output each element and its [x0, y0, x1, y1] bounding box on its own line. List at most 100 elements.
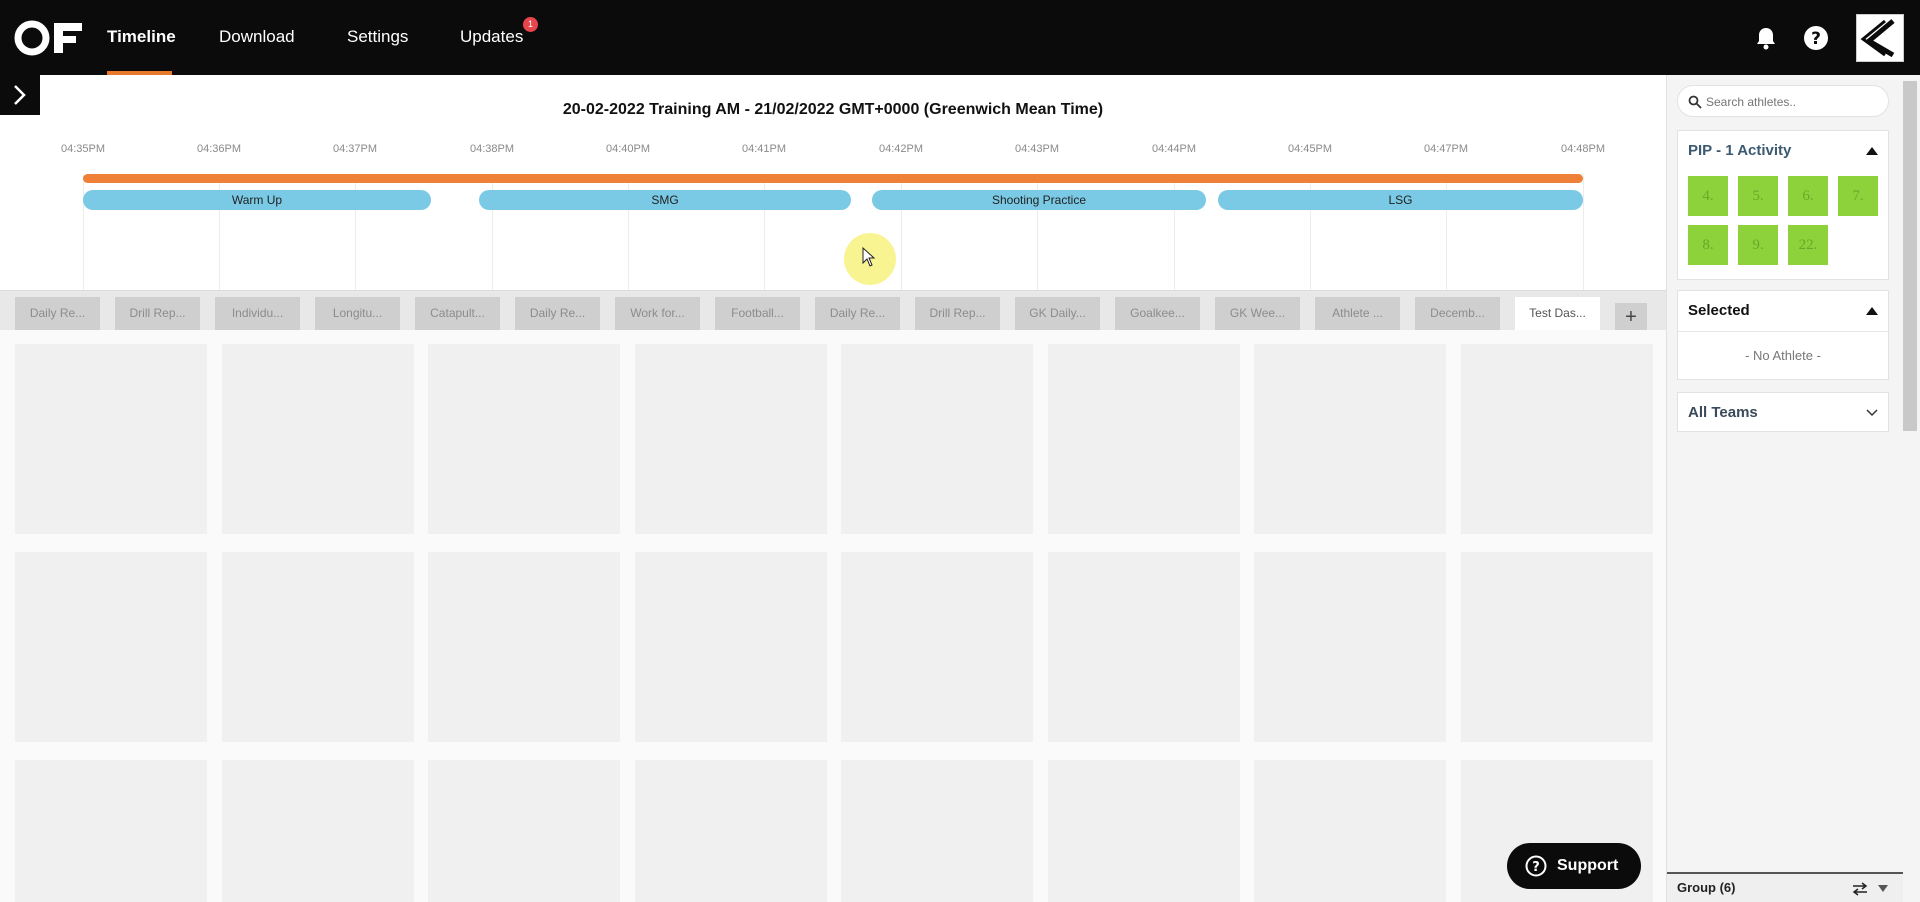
- athlete-search[interactable]: [1677, 85, 1889, 117]
- brand-logo[interactable]: [1856, 14, 1904, 62]
- collapse-caret-icon[interactable]: [1866, 307, 1878, 315]
- drill-warm-up[interactable]: Warm Up: [83, 190, 431, 210]
- widget-placeholder: [1254, 344, 1446, 534]
- dashboard-widget-grid: [0, 330, 1666, 902]
- top-navigation-bar: Timeline Download Settings Updates 1 ?: [0, 0, 1920, 75]
- athlete-chip[interactable]: 22.: [1788, 225, 1828, 265]
- nav-tab-download[interactable]: Download: [219, 27, 295, 47]
- divider: [1678, 331, 1888, 332]
- bell-icon[interactable]: [1752, 24, 1780, 52]
- tick-label: 04:41PM: [741, 143, 787, 155]
- timeline-title: 20-02-2022 Training AM - 21/02/2022 GMT+…: [562, 101, 1104, 118]
- dashboard-tab[interactable]: Athlete ...: [1315, 297, 1400, 330]
- dashboard-tab[interactable]: Drill Rep...: [115, 297, 200, 330]
- widget-placeholder: [635, 760, 827, 902]
- widget-placeholder: [222, 344, 414, 534]
- support-label: Support: [1557, 857, 1619, 874]
- tick-label: 04:45PM: [1287, 143, 1333, 155]
- dashboard-tab[interactable]: Work for...: [615, 297, 700, 330]
- widget-placeholder: [841, 552, 1033, 742]
- dashboard-tab[interactable]: GK Wee...: [1215, 297, 1300, 330]
- athlete-search-input[interactable]: [1706, 92, 1882, 112]
- widget-placeholder: [841, 760, 1033, 902]
- widget-placeholder: [1048, 552, 1240, 742]
- dashboard-tab-active[interactable]: Test Das...: [1515, 297, 1600, 330]
- widget-placeholder: [1254, 552, 1446, 742]
- of-logo[interactable]: [14, 18, 86, 58]
- mouse-pointer-icon: [862, 247, 876, 267]
- help-icon[interactable]: ?: [1802, 24, 1830, 52]
- tick-label: 04:48PM: [1560, 143, 1606, 155]
- teams-title: All Teams: [1688, 404, 1758, 421]
- widget-placeholder: [428, 760, 620, 902]
- widget-placeholder: [15, 760, 207, 902]
- dashboard-tab[interactable]: Individu...: [215, 297, 300, 330]
- widget-placeholder: [1254, 760, 1446, 902]
- session-timeline-bar[interactable]: [83, 174, 1583, 183]
- svg-text:?: ?: [1811, 29, 1821, 49]
- dashboard-tabs: Daily Re... Drill Rep... Individu... Lon…: [0, 290, 1666, 331]
- no-athlete-text: - No Athlete -: [1745, 348, 1821, 363]
- widget-placeholder: [1461, 552, 1653, 742]
- dashboard-tab[interactable]: Daily Re...: [15, 297, 100, 330]
- nav-tab-updates[interactable]: Updates: [460, 27, 523, 47]
- group-label: Group (6): [1677, 880, 1736, 895]
- svg-text:?: ?: [1532, 860, 1540, 875]
- activity-panel: PIP - 1 Activity 4. 5. 6. 7. 8. 9. 22.: [1677, 130, 1889, 280]
- dashboard-tab[interactable]: Football...: [715, 297, 800, 330]
- selected-panel: Selected - No Athlete -: [1677, 290, 1889, 380]
- athlete-chip[interactable]: 7.: [1838, 176, 1878, 216]
- tick-label: 04:37PM: [332, 143, 378, 155]
- athlete-chip[interactable]: 8.: [1688, 225, 1728, 265]
- athlete-chip[interactable]: 6.: [1788, 176, 1828, 216]
- tick-label: 04:35PM: [60, 143, 106, 155]
- nav-tab-timeline[interactable]: Timeline: [107, 27, 176, 47]
- sidebar-scrollbar[interactable]: [1903, 81, 1917, 431]
- activity-title: PIP - 1 Activity: [1688, 142, 1792, 159]
- timeline-ticks: 04:35PM 04:36PM 04:37PM 04:38PM 04:40PM …: [0, 143, 1666, 158]
- nav-tab-settings[interactable]: Settings: [347, 27, 408, 47]
- drill-lsg[interactable]: LSG: [1218, 190, 1583, 210]
- widget-placeholder: [15, 344, 207, 534]
- tick-label: 04:47PM: [1423, 143, 1469, 155]
- search-icon: [1688, 95, 1702, 109]
- drill-smg[interactable]: SMG: [479, 190, 851, 210]
- brand-chevron-icon: [1860, 19, 1895, 58]
- widget-placeholder: [222, 552, 414, 742]
- group-bar[interactable]: Group (6): [1667, 872, 1903, 902]
- tick-label: 04:44PM: [1151, 143, 1197, 155]
- widget-placeholder: [428, 344, 620, 534]
- add-tab-button[interactable]: +: [1615, 303, 1647, 331]
- dashboard-tab[interactable]: GK Daily...: [1015, 297, 1100, 330]
- tick-label: 04:43PM: [1014, 143, 1060, 155]
- widget-placeholder: [428, 552, 620, 742]
- dashboard-tab[interactable]: Daily Re...: [515, 297, 600, 330]
- athlete-chip[interactable]: 9.: [1738, 225, 1778, 265]
- swap-icon[interactable]: [1852, 882, 1868, 896]
- updates-count-badge: 1: [523, 17, 538, 32]
- athlete-sidebar: PIP - 1 Activity 4. 5. 6. 7. 8. 9. 22. S…: [1666, 75, 1920, 902]
- dashboard-tab[interactable]: Drill Rep...: [915, 297, 1000, 330]
- widget-placeholder: [635, 344, 827, 534]
- chevron-down-icon[interactable]: [1878, 885, 1888, 892]
- tick-label: 04:38PM: [469, 143, 515, 155]
- drill-shooting-practice[interactable]: Shooting Practice: [872, 190, 1206, 210]
- widget-placeholder: [1048, 760, 1240, 902]
- chevron-down-icon: [1866, 409, 1878, 417]
- widget-placeholder: [841, 344, 1033, 534]
- athlete-chip[interactable]: 4.: [1688, 176, 1728, 216]
- widget-placeholder: [222, 760, 414, 902]
- widget-placeholder: [15, 552, 207, 742]
- dashboard-tab[interactable]: Longitu...: [315, 297, 400, 330]
- tick-label: 04:40PM: [605, 143, 651, 155]
- support-button[interactable]: ? Support: [1507, 843, 1641, 889]
- collapse-caret-icon[interactable]: [1866, 147, 1878, 155]
- dashboard-tab[interactable]: Goalkee...: [1115, 297, 1200, 330]
- dashboard-tab[interactable]: Decemb...: [1415, 297, 1500, 330]
- athlete-chip[interactable]: 5.: [1738, 176, 1778, 216]
- main-content: 20-02-2022 Training AM - 21/02/2022 GMT+…: [0, 75, 1666, 902]
- widget-placeholder: [1048, 344, 1240, 534]
- dashboard-tab[interactable]: Catapult...: [415, 297, 500, 330]
- dashboard-tab[interactable]: Daily Re...: [815, 297, 900, 330]
- teams-dropdown[interactable]: All Teams: [1677, 392, 1889, 432]
